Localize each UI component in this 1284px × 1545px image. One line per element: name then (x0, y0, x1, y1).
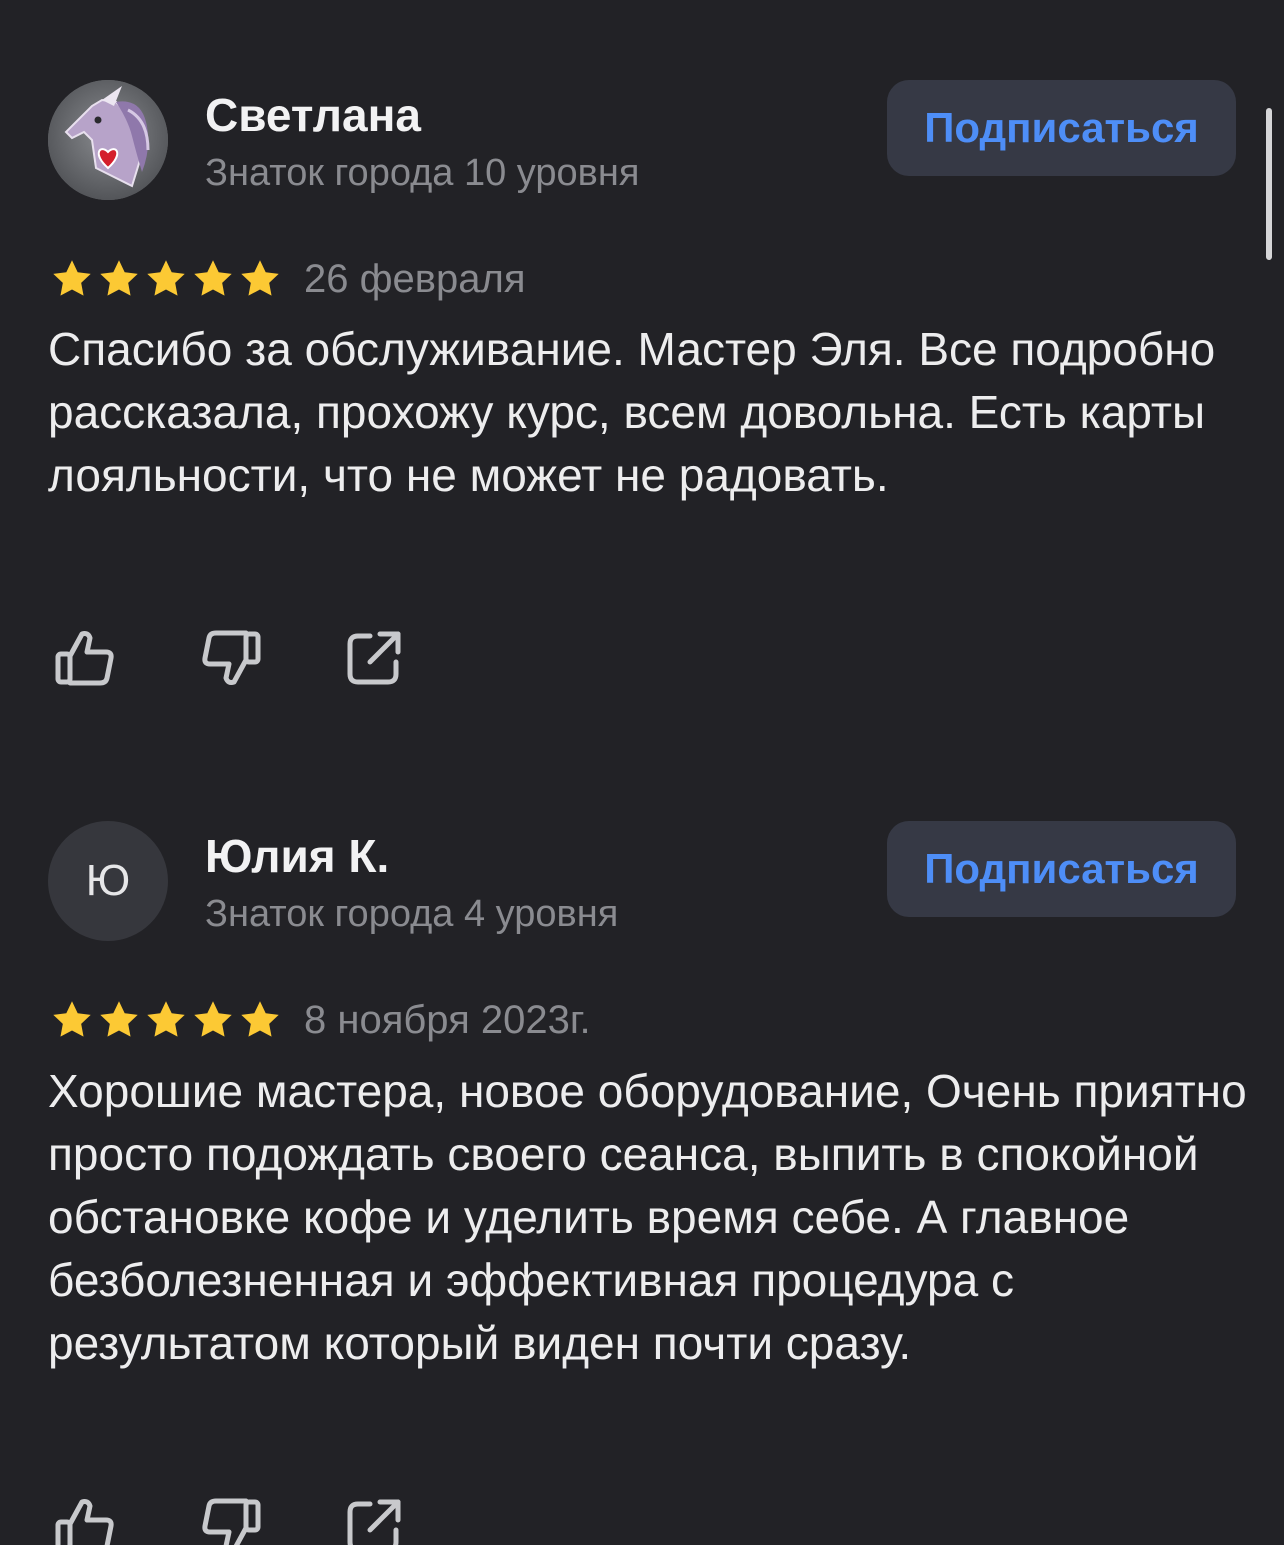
subscribe-button[interactable]: Подписаться (887, 821, 1236, 917)
star-rating (50, 998, 282, 1042)
star-icon (194, 1001, 232, 1037)
avatar[interactable]: Ю (48, 821, 168, 941)
unicorn-heart-avatar-icon (48, 80, 168, 200)
star-icon (53, 260, 91, 296)
review-date: 8 ноября 2023г. (304, 997, 591, 1042)
dislike-icon[interactable] (198, 1494, 262, 1545)
subscribe-button[interactable]: Подписаться (887, 80, 1236, 176)
star-icon (194, 260, 232, 296)
review-text: Спасибо за обслуживание. Мастер Эля. Все… (48, 323, 1216, 501)
avatar[interactable] (48, 80, 168, 200)
like-icon[interactable] (54, 626, 118, 690)
reviews-page: Светлана Знаток города 10 уровня Подписа… (0, 0, 1284, 1545)
star-icon (100, 1001, 138, 1037)
star-icon (147, 260, 185, 296)
star-icon (147, 1001, 185, 1037)
author-level: Знаток города 10 уровня (205, 152, 640, 194)
star-rating (50, 257, 282, 301)
like-icon[interactable] (54, 1494, 118, 1545)
author-name[interactable]: Юлия К. (205, 829, 389, 883)
star-icon (241, 260, 279, 296)
star-icon (53, 1001, 91, 1037)
review-date: 26 февраля (304, 256, 526, 301)
share-icon[interactable] (342, 626, 406, 690)
dislike-icon[interactable] (198, 626, 262, 690)
share-icon[interactable] (342, 1494, 406, 1545)
rating-row: 8 ноября 2023г. (50, 995, 591, 1045)
review-text: Хорошие мастера, новое оборудование, Оче… (48, 1065, 1247, 1369)
rating-row: 26 февраля (50, 254, 526, 304)
author-name[interactable]: Светлана (205, 88, 421, 142)
author-level: Знаток города 4 уровня (205, 893, 619, 935)
scrollbar[interactable] (1266, 108, 1272, 260)
star-icon (100, 260, 138, 296)
star-icon (241, 1001, 279, 1037)
